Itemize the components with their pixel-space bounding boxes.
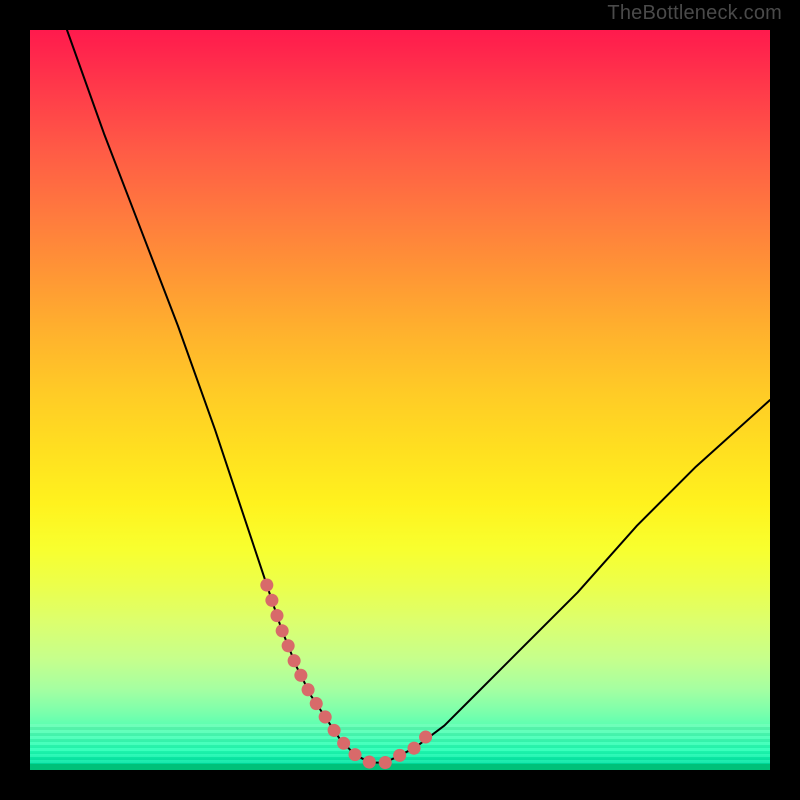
chart-frame [15,15,785,785]
baseline-strip [30,764,770,770]
curve-layer [30,30,770,770]
bottleneck-curve [67,30,770,763]
watermark-label: TheBottleneck.com [607,2,782,25]
plot-area [30,30,770,770]
highlight-segment [267,585,430,763]
bottom-band [30,724,770,764]
